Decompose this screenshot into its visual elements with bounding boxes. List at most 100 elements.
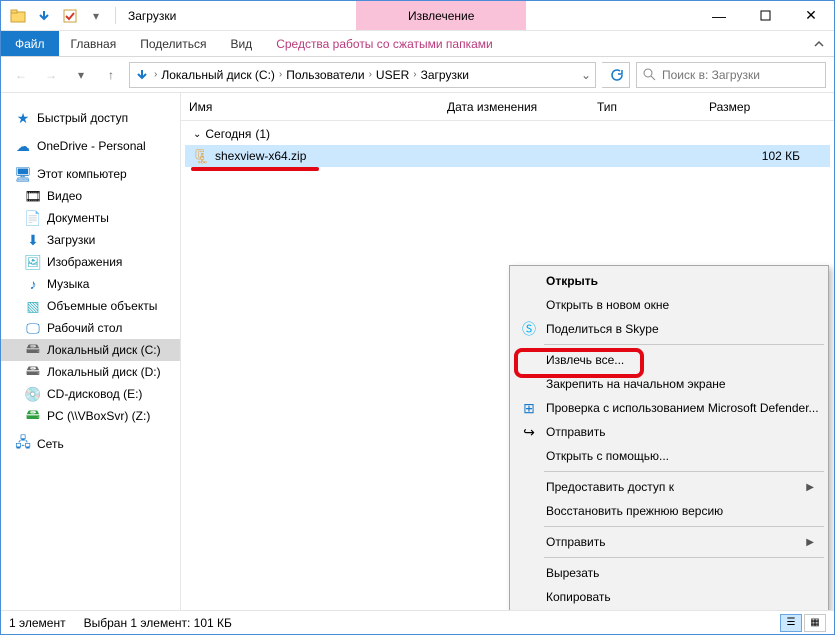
down-arrow-icon	[134, 67, 150, 83]
menu-skype-share[interactable]: ⓈПоделиться в Skype	[512, 317, 826, 341]
menu-separator	[544, 526, 824, 527]
maximize-button[interactable]	[742, 1, 788, 30]
tab-view[interactable]: Вид	[218, 31, 264, 56]
file-name: shexview-x64.zip	[215, 149, 306, 163]
breadcrumb[interactable]: USER	[376, 68, 409, 82]
sidebar-item-label: Объемные объекты	[47, 299, 157, 313]
column-date[interactable]: Дата изменения	[439, 100, 589, 114]
menu-share[interactable]: ↪Отправить	[512, 420, 826, 444]
menu-defender-scan[interactable]: ⊞Проверка с использованием Microsoft Def…	[512, 396, 826, 420]
search-input[interactable]	[662, 68, 819, 82]
menu-give-access[interactable]: Предоставить доступ к▶	[512, 475, 826, 499]
drive-icon: 🖴	[25, 364, 41, 380]
status-bar: 1 элемент Выбран 1 элемент: 101 КБ ☰ ▦	[1, 610, 834, 634]
file-row[interactable]: 🗜 shexview-x64.zip 102 КБ	[185, 145, 830, 167]
column-size[interactable]: Размер	[701, 100, 834, 114]
sidebar-item-this-pc[interactable]: 🖥Этот компьютер	[1, 163, 180, 185]
address-bar[interactable]: › Локальный диск (C:) › Пользователи › U…	[129, 62, 596, 88]
up-button[interactable]: ↑	[99, 63, 123, 87]
sidebar-item-drive-c[interactable]: 🖴 Локальный диск (C:)	[1, 339, 180, 361]
zip-icon: 🗜	[193, 148, 209, 164]
sidebar-item-label: Видео	[47, 189, 82, 203]
file-size: 102 КБ	[703, 149, 830, 163]
column-name[interactable]: Имя	[181, 100, 439, 114]
sidebar-item-label: Локальный диск (D:)	[47, 365, 161, 379]
menu-separator	[544, 471, 824, 472]
music-icon: ♪	[25, 276, 41, 292]
group-count: (1)	[255, 127, 270, 141]
menu-extract-all[interactable]: Извлечь все...	[512, 348, 826, 372]
column-type[interactable]: Тип	[589, 100, 701, 114]
tab-compressed-tools[interactable]: Средства работы со сжатыми папками	[264, 31, 505, 56]
search-box[interactable]	[636, 62, 826, 88]
expand-ribbon-button[interactable]	[804, 31, 834, 56]
desktop-icon: 🖵	[25, 320, 41, 336]
back-button[interactable]: ←	[9, 63, 33, 87]
window-controls: — ✕	[696, 1, 834, 30]
close-button[interactable]: ✕	[788, 1, 834, 30]
sidebar-item-label: Быстрый доступ	[37, 111, 128, 125]
sidebar-item-videos[interactable]: 🎞Видео	[1, 185, 180, 207]
folder-icon	[7, 5, 29, 27]
sidebar-item-label: OneDrive - Personal	[37, 139, 146, 153]
recent-locations-button[interactable]: ▾	[69, 63, 93, 87]
menu-restore-version[interactable]: Восстановить прежнюю версию	[512, 499, 826, 523]
menu-copy[interactable]: Копировать	[512, 585, 826, 609]
group-header-today[interactable]: ⌄ Сегодня (1)	[181, 121, 834, 145]
title-bar: ▾ Загрузки Извлечение — ✕	[1, 1, 834, 31]
sidebar-item-label: Этот компьютер	[37, 167, 127, 181]
checkbox-icon[interactable]	[59, 5, 81, 27]
down-arrow-icon[interactable]	[33, 5, 55, 27]
details-view-button[interactable]: ☰	[780, 614, 802, 632]
sidebar-item-drive-d[interactable]: 🖴 Локальный диск (D:)	[1, 361, 180, 383]
chevron-right-icon[interactable]: ›	[154, 69, 157, 80]
network-icon: 🖧	[15, 436, 31, 452]
sidebar-item-quick-access[interactable]: ★ Быстрый доступ	[1, 107, 180, 129]
sidebar-item-network-drive[interactable]: 🖴PC (\\VBoxSvr) (Z:)	[1, 405, 180, 427]
minimize-button[interactable]: —	[696, 1, 742, 30]
sidebar-item-label: Документы	[47, 211, 109, 225]
document-icon: 📄	[25, 210, 41, 226]
navigation-pane[interactable]: ★ Быстрый доступ ☁OneDrive - Personal 🖥Эт…	[1, 93, 181, 610]
sidebar-item-documents[interactable]: 📄 Документы	[1, 207, 180, 229]
sidebar-item-pictures[interactable]: 🖼Изображения	[1, 251, 180, 273]
download-icon: ⬇	[25, 232, 41, 248]
drive-icon: 🖴	[25, 342, 41, 358]
submenu-arrow-icon: ▶	[806, 482, 814, 493]
sidebar-item-label: Локальный диск (C:)	[47, 343, 161, 357]
address-dropdown-icon[interactable]: ⌄	[581, 68, 591, 82]
chevron-right-icon[interactable]: ›	[413, 69, 416, 80]
sidebar-item-desktop[interactable]: 🖵Рабочий стол	[1, 317, 180, 339]
chevron-right-icon[interactable]: ›	[369, 69, 372, 80]
cd-icon: 💿	[25, 386, 41, 402]
forward-button[interactable]: →	[39, 63, 63, 87]
file-tab[interactable]: Файл	[1, 31, 59, 56]
status-selection: Выбран 1 элемент: 101 КБ	[84, 616, 232, 630]
shield-icon: ⊞	[520, 399, 538, 417]
star-icon: ★	[15, 110, 31, 126]
chevron-right-icon[interactable]: ›	[279, 69, 282, 80]
breadcrumb[interactable]: Пользователи	[286, 68, 364, 82]
tab-share[interactable]: Поделиться	[128, 31, 218, 56]
menu-open-new-window[interactable]: Открыть в новом окне	[512, 293, 826, 317]
tab-home[interactable]: Главная	[59, 31, 129, 56]
sidebar-item-network[interactable]: 🖧Сеть	[1, 433, 180, 455]
menu-pin-to-start[interactable]: Закрепить на начальном экране	[512, 372, 826, 396]
sidebar-item-3d[interactable]: ▧Объемные объекты	[1, 295, 180, 317]
sidebar-item-label: PC (\\VBoxSvr) (Z:)	[47, 409, 150, 423]
menu-open-with[interactable]: Открыть с помощью...	[512, 444, 826, 468]
sidebar-item-music[interactable]: ♪Музыка	[1, 273, 180, 295]
breadcrumb[interactable]: Загрузки	[421, 68, 469, 82]
breadcrumb[interactable]: Локальный диск (C:)	[161, 68, 275, 82]
sidebar-item-onedrive[interactable]: ☁OneDrive - Personal	[1, 135, 180, 157]
sidebar-item-cd[interactable]: 💿CD-дисковод (E:)	[1, 383, 180, 405]
thumbnails-view-button[interactable]: ▦	[804, 614, 826, 632]
sidebar-item-downloads[interactable]: ⬇Загрузки	[1, 229, 180, 251]
qat-dropdown-icon[interactable]: ▾	[85, 5, 107, 27]
submenu-arrow-icon: ▶	[806, 537, 814, 548]
refresh-button[interactable]	[602, 62, 630, 88]
menu-separator	[544, 344, 824, 345]
menu-open[interactable]: Открыть	[512, 269, 826, 293]
menu-send-to[interactable]: Отправить▶	[512, 530, 826, 554]
menu-cut[interactable]: Вырезать	[512, 561, 826, 585]
